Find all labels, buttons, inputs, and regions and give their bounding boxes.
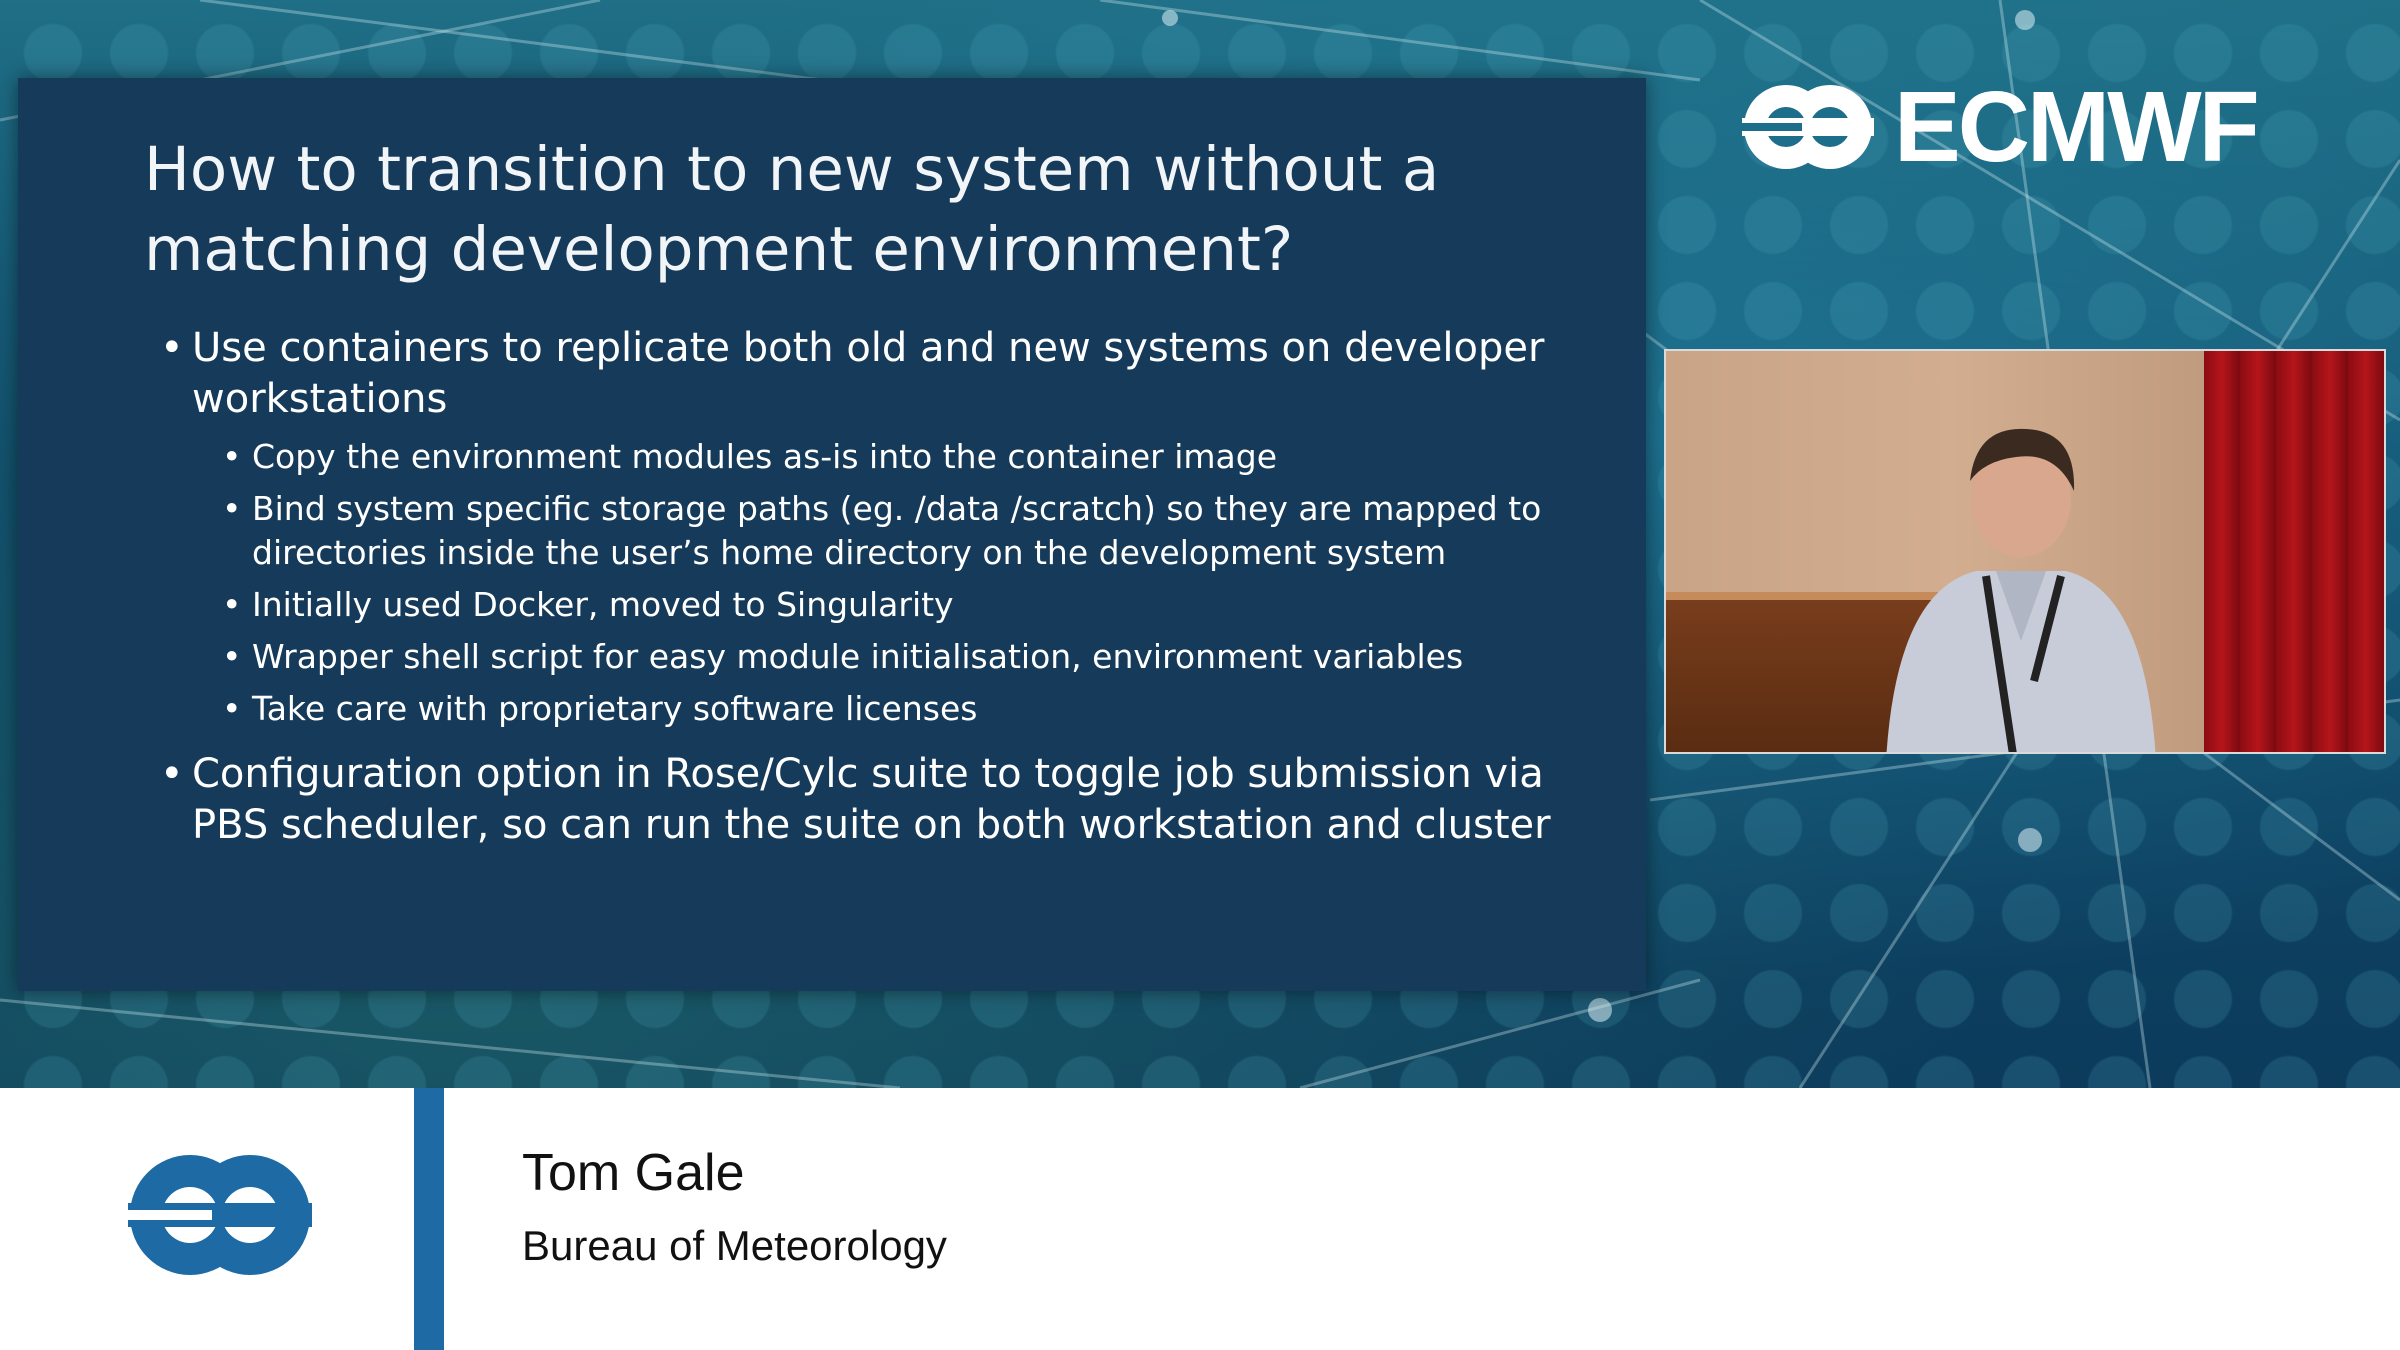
ecmwf-logo-icon [1742,85,1874,169]
ecmwf-wordmark: ECMWF [1894,71,2260,183]
speaker-organization: Bureau of Meteorology [522,1222,947,1269]
ecmwf-logo-icon [128,1155,312,1275]
bullet-list: Use containers to replicate both old and… [138,323,1558,861]
video-stage: How to transition to new system without … [0,0,2400,1088]
red-curtain [2204,351,2384,752]
accent-bar [414,1088,444,1350]
sub-bullet: Bind system specific storage paths (eg. … [138,487,1558,575]
speaker-name: Tom Gale [522,1144,745,1202]
presentation-slide: How to transition to new system without … [18,78,1646,991]
slide-title-line-2: matching development environment? [144,214,1294,285]
sub-bullet: Copy the environment modules as-is into … [138,435,1558,479]
slide-title-line-1: How to transition to new system without … [144,134,1440,205]
bullet-configuration: Configuration option in Rose/Cylc suite … [138,749,1558,851]
lower-third [0,1088,2400,1350]
sub-bullet: Wrapper shell script for easy module ini… [138,635,1558,679]
bullet-containers: Use containers to replicate both old and… [138,323,1558,425]
speaker-video [1664,349,2386,754]
sub-bullet: Initially used Docker, moved to Singular… [138,583,1558,627]
slide-title: How to transition to new system without … [144,130,1544,290]
speaker-figure [1886,428,2156,752]
sub-bullet: Take care with proprietary software lice… [138,687,1558,731]
ecmwf-logo: ECMWF [1742,71,2290,183]
